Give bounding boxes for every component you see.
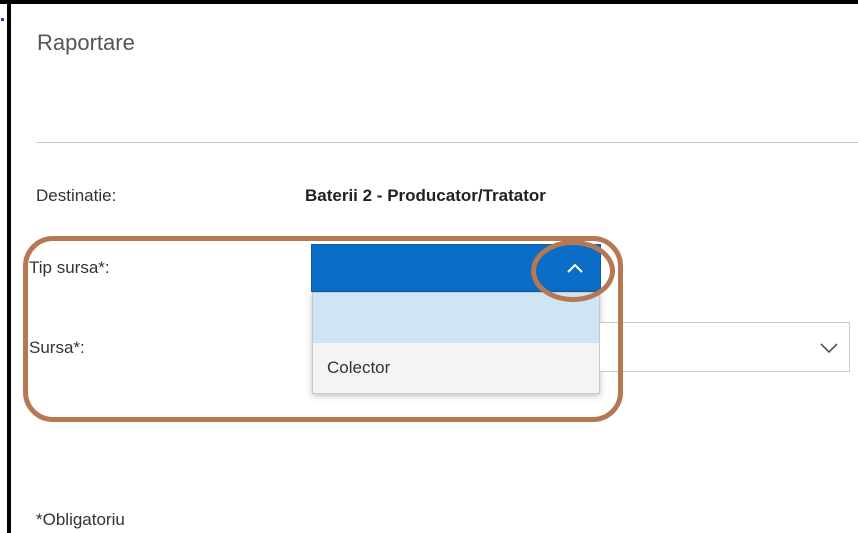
- destinatie-label: Destinatie:: [36, 186, 117, 205]
- window-left-border: [7, 0, 11, 533]
- page-title: Raportare: [37, 30, 135, 55]
- title-divider: [36, 142, 858, 143]
- annotation-highlight-circle: [531, 240, 615, 302]
- chevron-down-icon[interactable]: [819, 338, 839, 358]
- destinatie-value: Baterii 2 - Producator/Tratator: [305, 186, 546, 205]
- corner-marker: [1, 18, 4, 21]
- required-note: *Obligatoriu: [36, 510, 125, 529]
- window-top-border: [0, 0, 858, 4]
- sursa-select[interactable]: [600, 322, 850, 372]
